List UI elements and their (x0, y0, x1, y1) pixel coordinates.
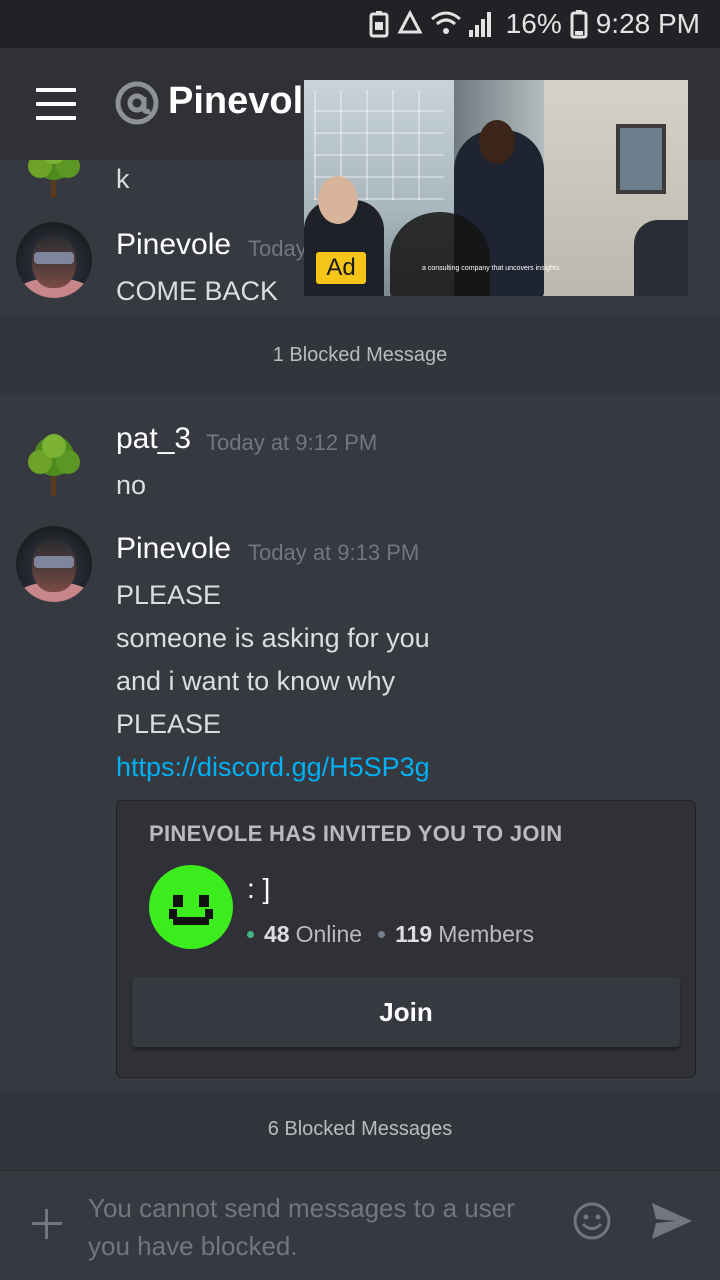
battery-percent: 16% (505, 8, 562, 39)
user-avatar[interactable] (16, 526, 92, 602)
message-timestamp: Today at 9:12 PM (206, 430, 378, 455)
member-label: Members (438, 921, 535, 947)
status-icons (368, 10, 494, 38)
battery-saver-icon (369, 11, 389, 38)
message-text: and i want to know why (116, 666, 396, 696)
message-author[interactable]: Pinevole (116, 532, 231, 566)
tree-avatar-icon (28, 160, 80, 198)
signal-icon (468, 12, 491, 37)
invite-card: PINEVOLE HAS INVITED YOU TO JOIN : ] 48 … (116, 800, 696, 1078)
wifi-icon (430, 11, 461, 34)
ad-caption: a consulting company that uncovers insig… (422, 265, 560, 272)
message-timestamp: Today at 9:13 PM (248, 540, 420, 565)
online-dot-icon (247, 931, 254, 938)
ad-badge: Ad (316, 252, 366, 284)
recycle-icon (397, 10, 423, 34)
blocked-messages-bar[interactable]: 1 Blocked Message (0, 316, 720, 394)
join-button[interactable]: Join (132, 977, 680, 1047)
server-name: : ] (247, 873, 271, 904)
invite-heading: PINEVOLE HAS INVITED YOU TO JOIN (149, 821, 563, 846)
message-input[interactable]: You cannot send messages to a user you h… (88, 1189, 548, 1265)
message-text: PLEASE (116, 709, 222, 739)
message-text: k (116, 164, 130, 194)
clock: 9:28 PM (595, 8, 700, 39)
ad-picture-frame (616, 124, 666, 194)
ad-person-head (479, 120, 515, 164)
message-input-bar: You cannot send messages to a user you h… (0, 1170, 720, 1280)
user-avatar[interactable] (16, 222, 92, 298)
emoji-icon[interactable] (572, 1201, 612, 1241)
status-bar: 16% 9:28 PM (0, 0, 720, 48)
video-ad[interactable]: Ad a consulting company that uncovers in… (304, 80, 688, 296)
channel-title: Pinevole (168, 80, 325, 122)
tree-avatar-icon (28, 434, 80, 496)
server-icon (149, 865, 233, 949)
message-author[interactable]: pat_3 (116, 422, 191, 456)
server-stats: 48 Online 119 Members (247, 921, 534, 948)
message-text: COME BACK (116, 276, 279, 306)
message-text: no (116, 470, 147, 500)
at-icon (115, 81, 159, 125)
message-author[interactable]: Pinevole (116, 228, 231, 262)
message-text: someone is asking for you (116, 623, 430, 653)
ad-foreground-blur (390, 212, 490, 296)
battery-icon (570, 10, 588, 39)
send-icon[interactable] (650, 1199, 694, 1243)
online-count: 48 (264, 921, 290, 947)
invite-link[interactable]: https://discord.gg/H5SP3g (116, 752, 430, 783)
message-list[interactable]: k Pinevole Today at 9:12 PM COME BACK 1 … (0, 160, 720, 1170)
menu-icon[interactable] (36, 88, 76, 120)
message-text: PLEASE (116, 580, 222, 610)
ad-seated-head (318, 176, 358, 224)
blocked-messages-bar[interactable]: 6 Blocked Messages (0, 1090, 720, 1168)
member-count: 119 (395, 921, 433, 947)
online-label: Online (295, 921, 363, 947)
ad-right-person (634, 220, 688, 296)
plus-icon[interactable] (30, 1207, 64, 1241)
members-dot-icon (378, 931, 386, 938)
